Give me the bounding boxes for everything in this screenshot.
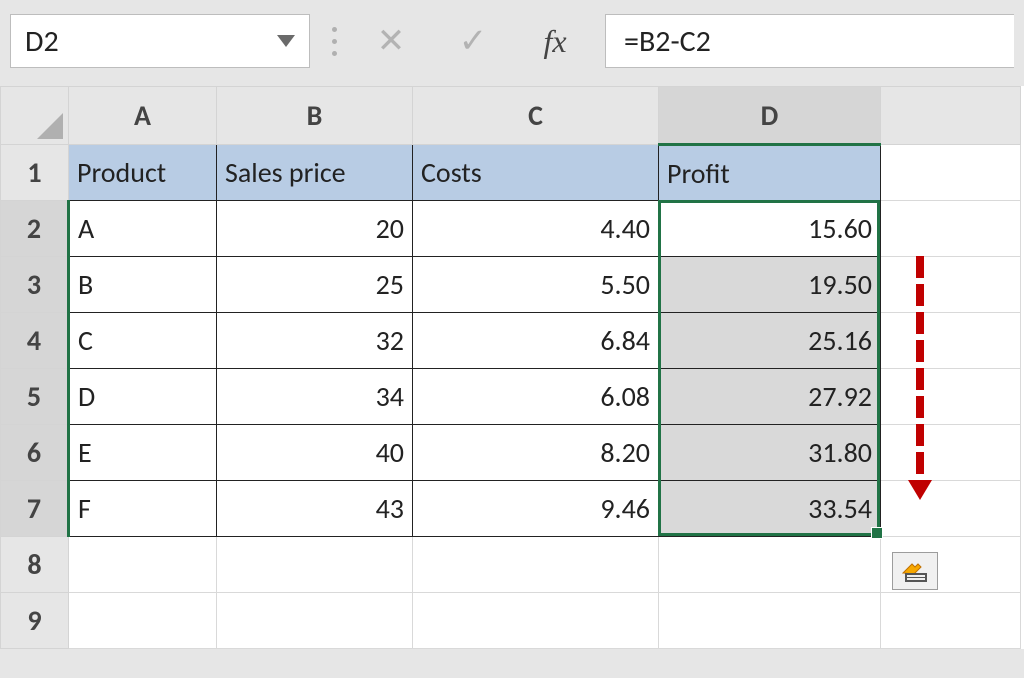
row-header-3[interactable]: 3 [1,257,69,313]
formula-bar-separator-icon [328,27,341,56]
annotation-arrow-icon [908,256,932,500]
cell-C1[interactable]: Costs [413,145,659,201]
cell-A7[interactable]: F [69,481,217,537]
cell-D7[interactable]: 33.54 [659,481,881,537]
name-box[interactable]: D2 [10,14,310,68]
cell-E1[interactable] [881,145,1021,201]
row-header-2[interactable]: 2 [1,201,69,257]
cell-A8[interactable] [69,537,217,593]
cell-C4[interactable]: 6.84 [413,313,659,369]
cell-C7[interactable]: 9.46 [413,481,659,537]
row-header-9[interactable]: 9 [1,593,69,649]
name-box-dropdown-icon[interactable] [277,35,295,47]
cancel-formula-button[interactable]: ✕ [359,14,423,68]
check-icon: ✓ [459,21,488,61]
cell-E6[interactable] [881,425,1021,481]
select-all-triangle-icon [37,113,63,139]
fx-icon: fx [543,23,566,60]
select-all-corner[interactable] [1,87,69,145]
enter-formula-button[interactable]: ✓ [441,14,505,68]
row-header-7[interactable]: 7 [1,481,69,537]
cell-D6[interactable]: 31.80 [659,425,881,481]
cell-E2[interactable] [881,201,1021,257]
cell-C3[interactable]: 5.50 [413,257,659,313]
cell-D9[interactable] [659,593,881,649]
cell-E7[interactable] [881,481,1021,537]
row-header-5[interactable]: 5 [1,369,69,425]
cell-E3[interactable] [881,257,1021,313]
cell-B7[interactable]: 43 [217,481,413,537]
autofill-options-button[interactable] [892,552,938,590]
cell-B8[interactable] [217,537,413,593]
cell-E5[interactable] [881,369,1021,425]
cell-D3[interactable]: 19.50 [659,257,881,313]
autofill-options-icon [900,558,930,584]
cell-B3[interactable]: 25 [217,257,413,313]
cell-B1[interactable]: Sales price [217,145,413,201]
cell-D2[interactable]: 15.60 [659,201,881,257]
col-header-B[interactable]: B [217,87,413,145]
col-header-E[interactable] [881,87,1021,145]
cell-B6[interactable]: 40 [217,425,413,481]
formula-text: =B2-C2 [624,23,711,60]
formula-input[interactable]: =B2-C2 [605,14,1014,68]
cell-A6[interactable]: E [69,425,217,481]
cell-B9[interactable] [217,593,413,649]
cell-B2[interactable]: 20 [217,201,413,257]
insert-function-button[interactable]: fx [523,14,587,68]
row-header-6[interactable]: 6 [1,425,69,481]
cell-A5[interactable]: D [69,369,217,425]
cell-E4[interactable] [881,313,1021,369]
cell-D8[interactable] [659,537,881,593]
cell-A3[interactable]: B [69,257,217,313]
cell-D1[interactable]: Profit [659,145,881,201]
cell-A1[interactable]: Product [69,145,217,201]
name-box-value: D2 [25,23,59,60]
cell-C9[interactable] [413,593,659,649]
worksheet-grid[interactable]: A B C D 1 Product Sales price Costs Prof… [0,86,1024,649]
cell-C6[interactable]: 8.20 [413,425,659,481]
col-header-D[interactable]: D [659,87,881,145]
row-header-1[interactable]: 1 [1,145,69,201]
cell-E9[interactable] [881,593,1021,649]
row-header-4[interactable]: 4 [1,313,69,369]
cell-C8[interactable] [413,537,659,593]
sheet-table: A B C D 1 Product Sales price Costs Prof… [0,86,1021,649]
col-header-A[interactable]: A [69,87,217,145]
col-header-C[interactable]: C [413,87,659,145]
cell-B4[interactable]: 32 [217,313,413,369]
cell-D5[interactable]: 27.92 [659,369,881,425]
row-header-8[interactable]: 8 [1,537,69,593]
cell-A4[interactable]: C [69,313,217,369]
cell-A9[interactable] [69,593,217,649]
cancel-icon: ✕ [377,21,406,61]
formula-bar-area: D2 ✕ ✓ fx =B2-C2 [0,0,1024,86]
cell-C5[interactable]: 6.08 [413,369,659,425]
cell-B5[interactable]: 34 [217,369,413,425]
cell-D4[interactable]: 25.16 [659,313,881,369]
cell-C2[interactable]: 4.40 [413,201,659,257]
cell-A2[interactable]: A [69,201,217,257]
